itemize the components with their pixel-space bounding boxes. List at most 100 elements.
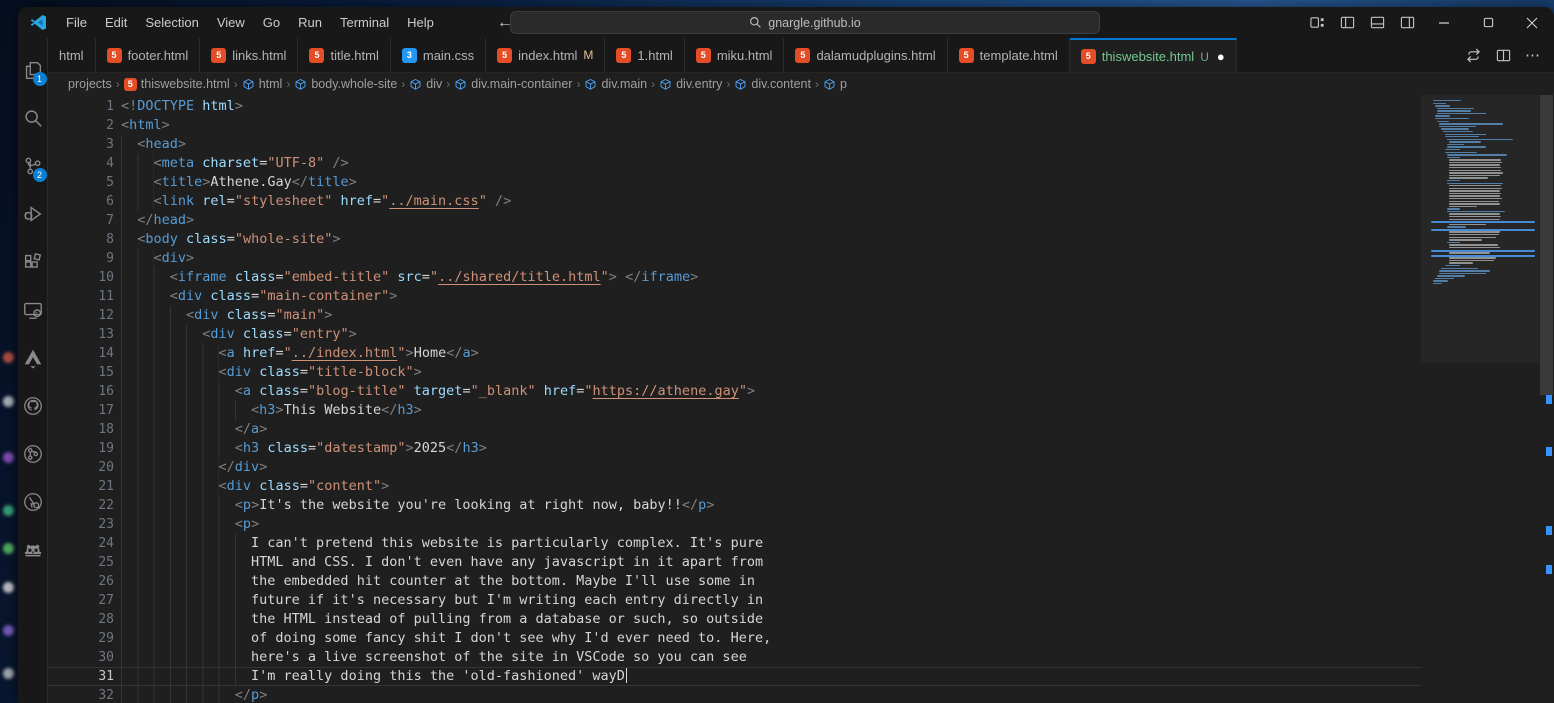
line-number[interactable]: 1 — [48, 97, 121, 116]
more-actions-icon[interactable]: ⋯ — [1520, 42, 1546, 68]
line-number[interactable]: 22 — [48, 496, 121, 515]
close-button[interactable] — [1510, 7, 1554, 38]
toggle-primary-sidebar-icon[interactable] — [1332, 7, 1362, 38]
tab-html[interactable]: html — [48, 38, 96, 72]
line-number[interactable]: 5 — [48, 173, 121, 192]
code-line-26[interactable]: the embedded hit counter at the bottom. … — [121, 572, 1421, 591]
customize-layout-icon[interactable] — [1302, 7, 1332, 38]
code-line-25[interactable]: HTML and CSS. I don't even have any java… — [121, 553, 1421, 572]
toggle-secondary-sidebar-icon[interactable] — [1392, 7, 1422, 38]
code-line-2[interactable]: <html> — [121, 116, 1421, 135]
code-line-18[interactable]: </a> — [121, 420, 1421, 439]
line-number[interactable]: 27 — [48, 591, 121, 610]
code-line-27[interactable]: future if it's necessary but I'm writing… — [121, 591, 1421, 610]
code-line-15[interactable]: <div class="title-block"> — [121, 363, 1421, 382]
line-number[interactable]: 16 — [48, 382, 121, 401]
tab-template.html[interactable]: 5template.html — [948, 38, 1070, 72]
breadcrumb-item-html[interactable]: html — [242, 77, 283, 91]
activity-item-gitlens[interactable] — [18, 478, 48, 526]
code-line-31[interactable]: I'm really doing this the 'old-fashioned… — [121, 667, 1421, 686]
activity-item-search[interactable] — [18, 94, 48, 142]
line-number[interactable]: 6 — [48, 192, 121, 211]
line-number[interactable]: 18 — [48, 420, 121, 439]
code-line-5[interactable]: <title>Athene.Gay</title> — [121, 173, 1421, 192]
line-number[interactable]: 23 — [48, 515, 121, 534]
code-line-28[interactable]: the HTML instead of pulling from a datab… — [121, 610, 1421, 629]
split-editor-icon[interactable] — [1490, 42, 1516, 68]
code-line-23[interactable]: <p> — [121, 515, 1421, 534]
menu-go[interactable]: Go — [254, 7, 289, 38]
code-line-20[interactable]: </div> — [121, 458, 1421, 477]
unsaved-dot-icon[interactable]: ● — [1217, 49, 1225, 64]
code-line-29[interactable]: of doing some fancy shit I don't see why… — [121, 629, 1421, 648]
code-line-17[interactable]: <h3>This Website</h3> — [121, 401, 1421, 420]
line-number[interactable]: 8 — [48, 230, 121, 249]
line-number[interactable]: 17 — [48, 401, 121, 420]
line-number[interactable]: 13 — [48, 325, 121, 344]
line-number[interactable]: 10 — [48, 268, 121, 287]
code-line-21[interactable]: <div class="content"> — [121, 477, 1421, 496]
line-number[interactable]: 28 — [48, 610, 121, 629]
maximize-button[interactable] — [1466, 7, 1510, 38]
editor-scrollbar[interactable] — [1539, 95, 1554, 703]
menu-run[interactable]: Run — [289, 7, 331, 38]
tab-links.html[interactable]: 5links.html — [200, 38, 298, 72]
menu-selection[interactable]: Selection — [136, 7, 207, 38]
activity-item-run-debug[interactable] — [18, 190, 48, 238]
menu-view[interactable]: View — [208, 7, 254, 38]
tab-footer.html[interactable]: 5footer.html — [96, 38, 201, 72]
line-number[interactable]: 7 — [48, 211, 121, 230]
code-region[interactable]: 1234567891011121314151617181920212223242… — [48, 95, 1421, 703]
breadcrumb-item-div.entry[interactable]: div.entry — [659, 77, 722, 91]
code-line-6[interactable]: <link rel="stylesheet" href="../main.css… — [121, 192, 1421, 211]
line-number[interactable]: 26 — [48, 572, 121, 591]
minimap[interactable] — [1421, 95, 1539, 703]
line-number[interactable]: 11 — [48, 287, 121, 306]
line-number[interactable]: 31 — [48, 667, 121, 686]
code-line-4[interactable]: <meta charset="UTF-8" /> — [121, 154, 1421, 173]
command-center-search[interactable]: gnargle.github.io — [510, 11, 1100, 34]
activity-item-custom-a-extension[interactable] — [18, 334, 48, 382]
line-number-gutter[interactable]: 1234567891011121314151617181920212223242… — [48, 95, 121, 703]
code-line-24[interactable]: I can't pretend this website is particul… — [121, 534, 1421, 553]
code-line-8[interactable]: <body class="whole-site"> — [121, 230, 1421, 249]
open-changes-icon[interactable] — [1460, 42, 1486, 68]
line-number[interactable]: 15 — [48, 363, 121, 382]
breadcrumb-item-div.content[interactable]: div.content — [734, 77, 811, 91]
code-line-12[interactable]: <div class="main"> — [121, 306, 1421, 325]
code-line-9[interactable]: <div> — [121, 249, 1421, 268]
activity-item-extensions[interactable] — [18, 238, 48, 286]
code-line-32[interactable]: </p> — [121, 686, 1421, 703]
tab-main.css[interactable]: 3main.css — [391, 38, 486, 72]
breadcrumb-item-thiswebsite.html[interactable]: 5thiswebsite.html — [124, 77, 230, 91]
activity-item-godot-tools[interactable] — [18, 526, 48, 574]
tab-miku.html[interactable]: 5miku.html — [685, 38, 785, 72]
breadcrumb-item-body.whole-site[interactable]: body.whole-site — [294, 77, 397, 91]
code-line-13[interactable]: <div class="entry"> — [121, 325, 1421, 344]
breadcrumb-item-div[interactable]: div — [409, 77, 442, 91]
menu-file[interactable]: File — [57, 7, 96, 38]
minimize-button[interactable] — [1422, 7, 1466, 38]
activity-item-github[interactable] — [18, 382, 48, 430]
tab-1.html[interactable]: 51.html — [605, 38, 684, 72]
breadcrumb-item-div.main-container[interactable]: div.main-container — [454, 77, 572, 91]
tab-dalamudplugins.html[interactable]: 5dalamudplugins.html — [784, 38, 947, 72]
breadcrumb-item-projects[interactable]: projects — [68, 77, 112, 91]
line-number[interactable]: 29 — [48, 629, 121, 648]
menu-edit[interactable]: Edit — [96, 7, 136, 38]
line-number[interactable]: 24 — [48, 534, 121, 553]
code-line-10[interactable]: <iframe class="embed-title" src="../shar… — [121, 268, 1421, 287]
code-line-3[interactable]: <head> — [121, 135, 1421, 154]
line-number[interactable]: 20 — [48, 458, 121, 477]
code-line-7[interactable]: </head> — [121, 211, 1421, 230]
code-line-16[interactable]: <a class="blog-title" target="_blank" hr… — [121, 382, 1421, 401]
line-number[interactable]: 2 — [48, 116, 121, 135]
code-line-30[interactable]: here's a live screenshot of the site in … — [121, 648, 1421, 667]
line-number[interactable]: 32 — [48, 686, 121, 703]
breadcrumb-item-div.main[interactable]: div.main — [584, 77, 647, 91]
line-number[interactable]: 9 — [48, 249, 121, 268]
breadcrumb-item-p[interactable]: p — [823, 77, 847, 91]
toggle-panel-icon[interactable] — [1362, 7, 1392, 38]
line-number[interactable]: 4 — [48, 154, 121, 173]
tab-thiswebsite.html[interactable]: 5thiswebsite.htmlU● — [1070, 38, 1237, 72]
